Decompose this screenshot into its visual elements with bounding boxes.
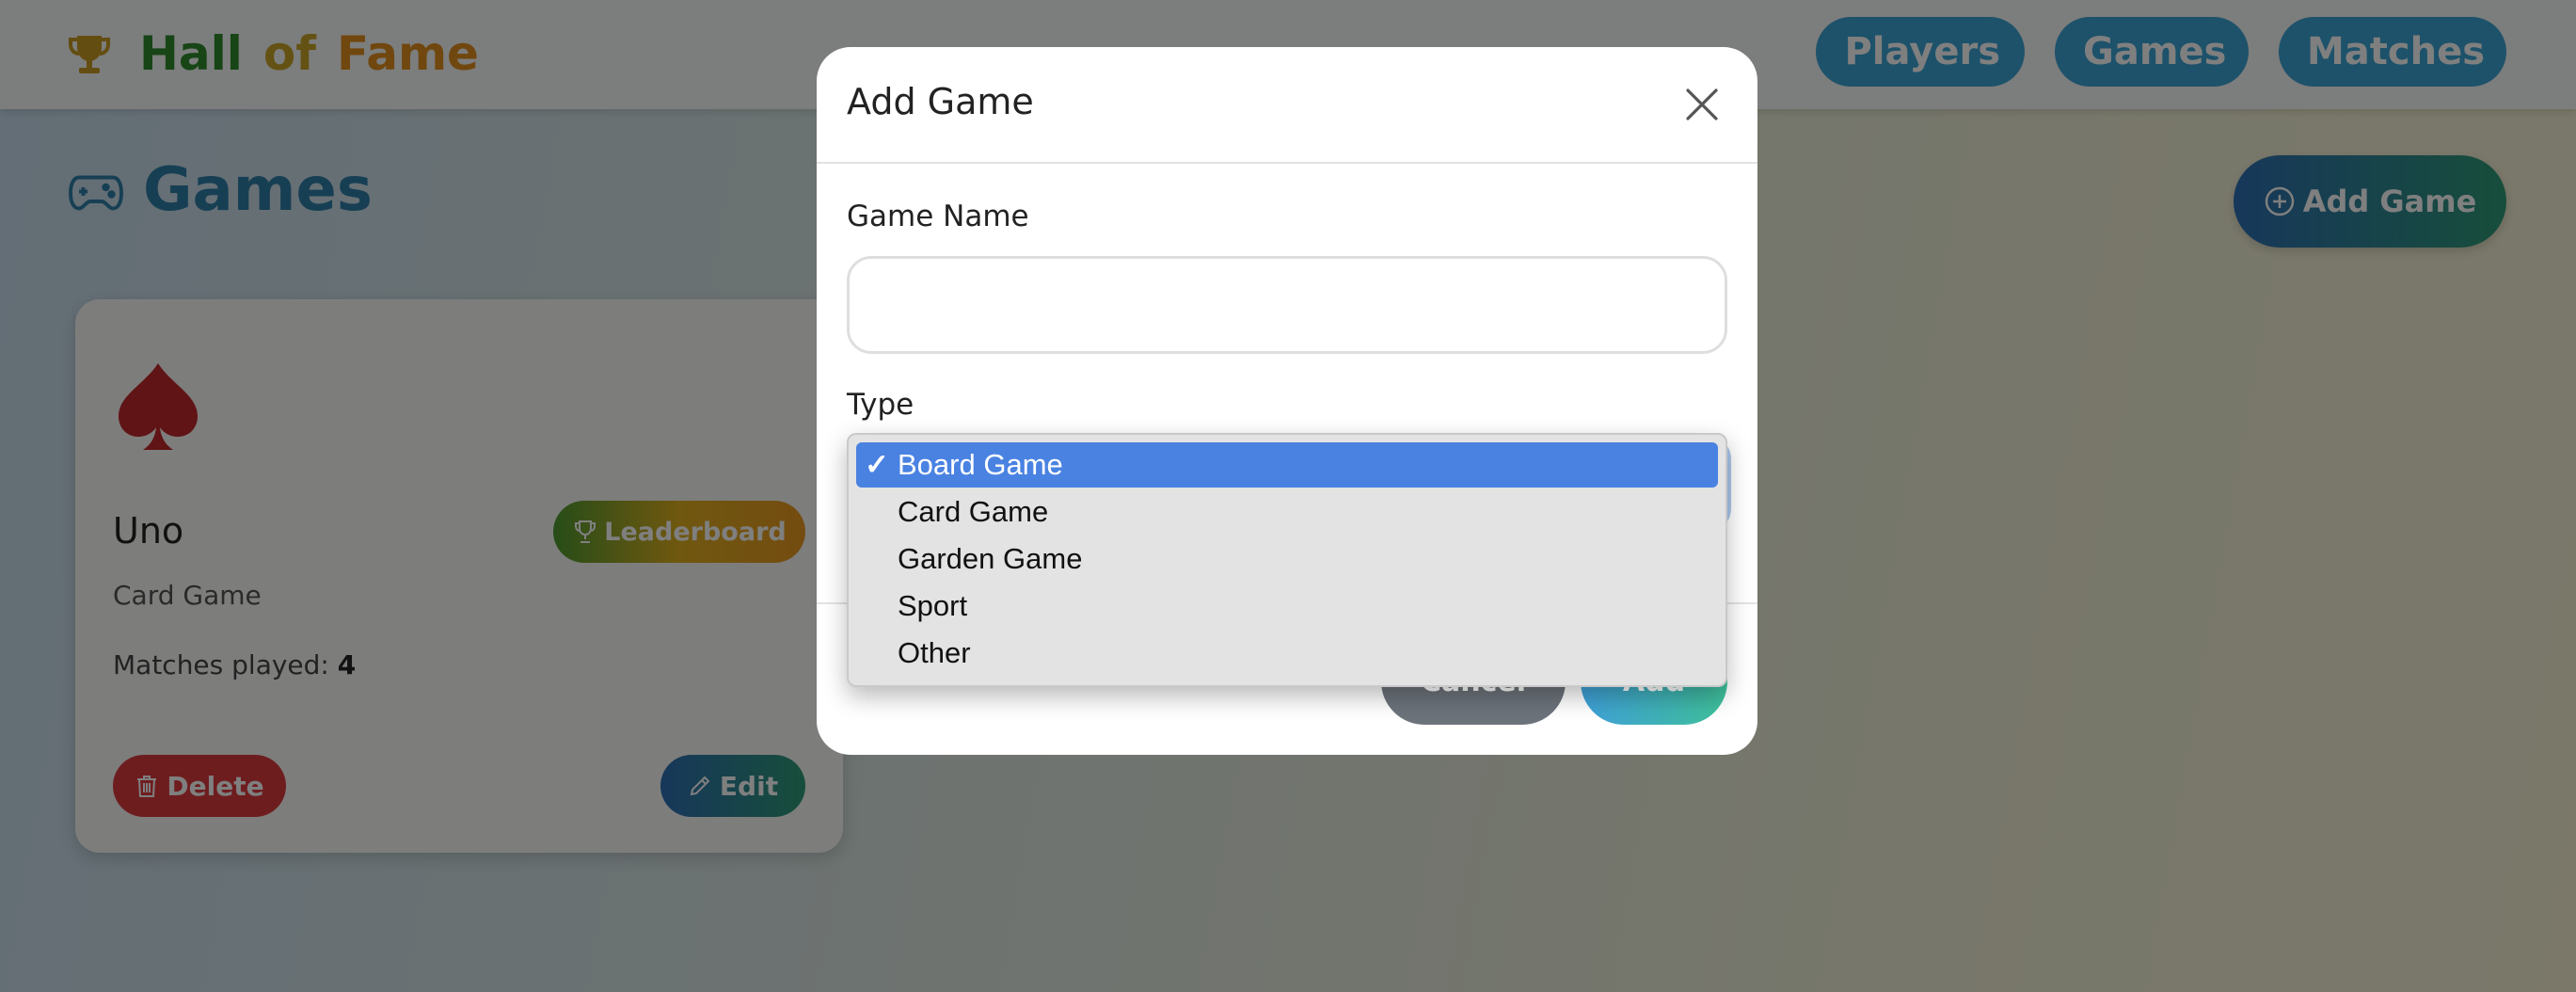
type-option-board-game[interactable]: ✓ Board Game xyxy=(856,442,1718,488)
type-option-label: Other xyxy=(898,636,971,669)
checkmark-icon: ✓ xyxy=(865,448,889,481)
modal-title: Add Game xyxy=(847,81,1034,122)
type-option-card-game[interactable]: Card Game xyxy=(856,489,1718,535)
type-option-other[interactable]: Other xyxy=(856,631,1718,676)
modal-header-divider xyxy=(817,162,1757,164)
type-label: Type xyxy=(847,388,914,422)
type-option-label: Card Game xyxy=(898,495,1049,528)
type-option-label: Board Game xyxy=(898,448,1063,481)
type-option-sport[interactable]: Sport xyxy=(856,584,1718,629)
type-option-garden-game[interactable]: Garden Game xyxy=(856,536,1718,582)
close-icon[interactable] xyxy=(1682,85,1722,124)
type-option-label: Sport xyxy=(898,589,968,622)
type-option-label: Garden Game xyxy=(898,542,1083,575)
type-dropdown-list: ✓ Board Game Card Game Garden Game Sport… xyxy=(847,433,1727,687)
game-name-input[interactable] xyxy=(847,256,1727,354)
game-name-label: Game Name xyxy=(847,200,1029,233)
